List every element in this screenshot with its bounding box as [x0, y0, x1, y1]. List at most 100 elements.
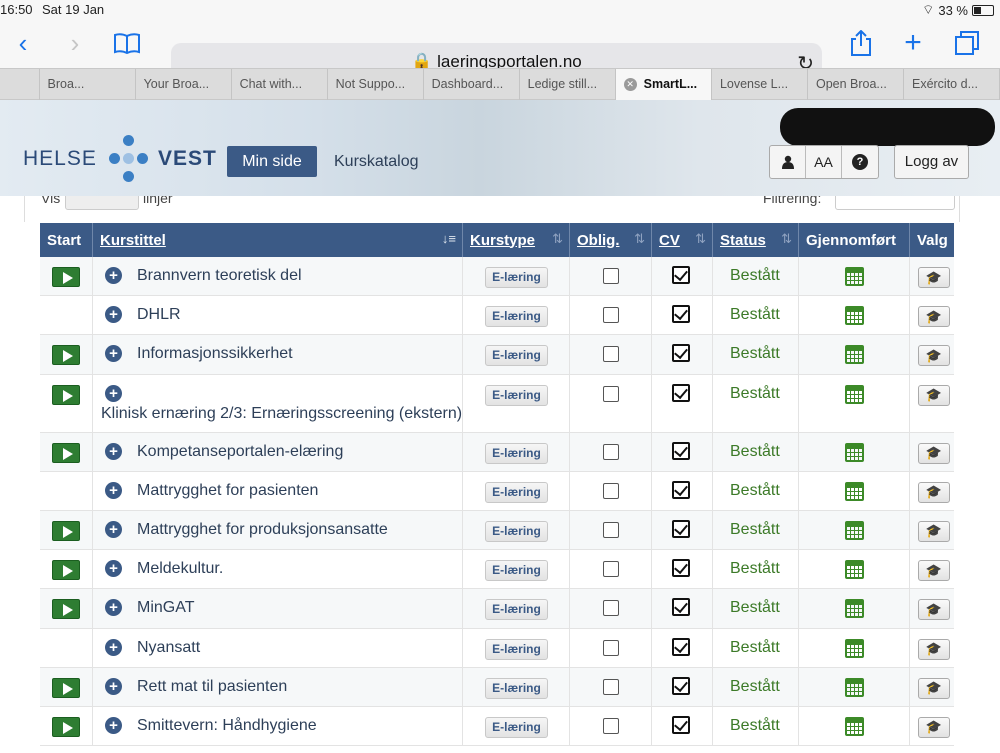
close-tab-icon[interactable]: ✕ — [623, 78, 637, 91]
browser-tab[interactable]: Chat with... — [232, 69, 328, 100]
browser-tab[interactable]: ✕ SmartL... — [615, 69, 712, 100]
calendar-icon[interactable] — [845, 267, 864, 286]
browser-tab[interactable]: Ledige still... — [520, 69, 616, 100]
sort-icon[interactable]: ⇅ — [634, 231, 645, 247]
expand-plus-icon[interactable]: + — [105, 384, 122, 402]
graduation-cap-icon[interactable]: 🎓 — [918, 520, 950, 542]
graduation-cap-icon[interactable]: 🎓 — [918, 442, 950, 464]
graduation-cap-icon[interactable]: 🎓 — [918, 306, 950, 328]
filter-input[interactable] — [835, 196, 955, 210]
expand-plus-icon[interactable]: + — [105, 345, 122, 363]
col-kurstittel[interactable]: Kurstittel ↓≡ — [93, 223, 463, 257]
expand-plus-icon[interactable]: + — [105, 520, 122, 538]
expand-plus-icon[interactable]: + — [105, 306, 122, 324]
browser-tab[interactable]: Your Broa... — [136, 69, 232, 100]
start-course-button[interactable] — [52, 384, 80, 405]
course-title[interactable]: Brannvern teoretisk del — [137, 267, 302, 285]
oblig-checkbox[interactable] — [603, 482, 619, 499]
oblig-checkbox[interactable] — [603, 678, 619, 695]
expand-plus-icon[interactable]: + — [105, 442, 122, 460]
course-title[interactable]: Informasjonssikkerhet — [137, 345, 293, 363]
cv-checkbox[interactable] — [672, 305, 690, 324]
cv-checkbox[interactable] — [672, 266, 690, 284]
start-course-button[interactable] — [52, 520, 80, 541]
browser-tab[interactable]: Exército d... — [904, 69, 1000, 100]
sort-icon[interactable]: ⇅ — [781, 231, 792, 247]
forward-icon[interactable]: › — [60, 28, 90, 58]
graduation-cap-icon[interactable]: 🎓 — [918, 560, 950, 582]
graduation-cap-icon[interactable]: 🎓 — [918, 638, 950, 660]
start-course-button[interactable] — [52, 442, 80, 463]
sort-asc-icon[interactable]: ↓≡ — [442, 231, 456, 246]
calendar-icon[interactable] — [845, 306, 864, 326]
cv-checkbox[interactable] — [672, 559, 690, 578]
expand-plus-icon[interactable]: + — [105, 599, 122, 617]
start-course-button[interactable] — [52, 716, 80, 737]
back-icon[interactable]: ‹ — [8, 28, 38, 58]
course-title[interactable]: Klinisk ernæring 2/3: Ernæringsscreening… — [101, 405, 462, 423]
expand-plus-icon[interactable]: + — [105, 267, 122, 284]
course-title[interactable]: Meldekultur. — [137, 560, 223, 578]
graduation-cap-icon[interactable]: 🎓 — [918, 481, 950, 503]
calendar-icon[interactable] — [845, 677, 864, 697]
course-title[interactable]: Nyansatt — [137, 639, 200, 657]
start-course-button[interactable] — [52, 677, 80, 698]
new-tab-icon[interactable]: + — [898, 26, 928, 59]
oblig-checkbox[interactable] — [603, 385, 619, 402]
expand-plus-icon[interactable]: + — [105, 560, 122, 578]
calendar-icon[interactable] — [845, 638, 864, 658]
browser-tab[interactable]: Not Suppo... — [328, 69, 424, 100]
oblig-checkbox[interactable] — [603, 346, 619, 363]
tabs-overview-icon[interactable] — [952, 28, 982, 58]
col-kurstype[interactable]: Kurstype ⇅ — [463, 223, 570, 257]
cv-checkbox[interactable] — [672, 637, 690, 656]
cv-checkbox[interactable] — [672, 519, 690, 538]
calendar-icon[interactable] — [845, 442, 864, 462]
browser-tab[interactable]: Dashboard... — [424, 69, 520, 100]
oblig-checkbox[interactable] — [603, 600, 619, 617]
kurskatalog-link[interactable]: Kurskatalog — [334, 153, 419, 171]
help-icon[interactable]: ? — [842, 146, 878, 178]
graduation-cap-icon[interactable]: 🎓 — [918, 345, 950, 367]
graduation-cap-icon[interactable]: 🎓 — [918, 384, 950, 406]
oblig-checkbox[interactable] — [603, 521, 619, 538]
oblig-checkbox[interactable] — [603, 268, 619, 284]
expand-plus-icon[interactable]: + — [105, 481, 122, 499]
course-title[interactable]: Kompetanseportalen-elæring — [137, 443, 343, 461]
start-course-button[interactable] — [52, 599, 80, 620]
rows-per-page-select[interactable] — [65, 196, 139, 210]
calendar-icon[interactable] — [845, 520, 864, 540]
oblig-checkbox[interactable] — [603, 443, 619, 460]
expand-plus-icon[interactable]: + — [105, 638, 122, 656]
calendar-icon[interactable] — [845, 481, 864, 501]
graduation-cap-icon[interactable]: 🎓 — [918, 677, 950, 699]
course-title[interactable]: Smittevern: Håndhygiene — [137, 717, 317, 735]
browser-tab[interactable] — [0, 69, 40, 100]
calendar-icon[interactable] — [845, 384, 864, 404]
browser-tab[interactable]: Lovense L... — [712, 69, 808, 100]
cv-checkbox[interactable] — [672, 344, 690, 363]
sort-icon[interactable]: ⇅ — [552, 231, 563, 247]
browser-tab[interactable]: Open Broa... — [808, 69, 904, 100]
start-course-button[interactable] — [52, 560, 80, 581]
calendar-icon[interactable] — [845, 716, 864, 736]
calendar-icon[interactable] — [845, 345, 864, 365]
calendar-icon[interactable] — [845, 560, 864, 580]
course-title[interactable]: Rett mat til pasienten — [137, 678, 287, 696]
bookmarks-icon[interactable] — [112, 28, 142, 58]
expand-plus-icon[interactable]: + — [105, 716, 122, 734]
cv-checkbox[interactable] — [672, 715, 690, 734]
share-icon[interactable] — [846, 28, 876, 58]
col-cv[interactable]: CV ⇅ — [652, 223, 713, 257]
sort-icon[interactable]: ⇅ — [695, 231, 706, 247]
course-title[interactable]: DHLR — [137, 306, 181, 324]
oblig-checkbox[interactable] — [603, 639, 619, 656]
cv-checkbox[interactable] — [672, 383, 690, 402]
course-title[interactable]: MinGAT — [137, 599, 194, 617]
start-course-button[interactable] — [52, 267, 80, 287]
col-oblig[interactable]: Oblig. ⇅ — [570, 223, 652, 257]
cv-checkbox[interactable] — [672, 441, 690, 460]
oblig-checkbox[interactable] — [603, 717, 619, 734]
graduation-cap-icon[interactable]: 🎓 — [918, 267, 950, 288]
cv-checkbox[interactable] — [672, 480, 690, 499]
